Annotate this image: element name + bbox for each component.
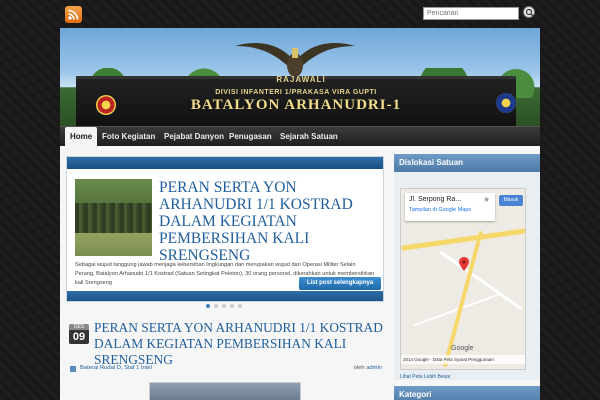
widget-title-kategori: Kategori [394, 386, 540, 400]
map-view-link[interactable]: Tampilan di Google Maps [409, 207, 479, 214]
top-bar [0, 0, 600, 28]
battalion-emblem-icon [496, 93, 516, 113]
header-banner[interactable]: RAJAWALI DIVISI INFANTERI 1/PRAKASA VIRA… [60, 28, 540, 126]
slider-dot[interactable] [214, 304, 218, 308]
post-meta: Baterai Rudal D, Staf 1 Intel oleh admin [70, 365, 382, 375]
banner-wall: RAJAWALI DIVISI INFANTERI 1/PRAKASA VIRA… [76, 75, 516, 126]
rss-icon[interactable] [65, 6, 82, 23]
nav-item-sejarah-satuan[interactable]: Sejarah Satuan [280, 127, 338, 147]
folder-icon [70, 366, 76, 372]
slider-dot[interactable] [222, 304, 226, 308]
star-icon[interactable]: ★ [483, 195, 490, 204]
map-place-name: Jl. Serpong Ra... [409, 196, 462, 203]
division-emblem-icon [96, 95, 116, 115]
post-categories[interactable]: Baterai Rudal D, Staf 1 Intel [80, 365, 152, 371]
search-icon[interactable] [523, 6, 535, 18]
nav-item-penugasan[interactable]: Penugasan [229, 127, 272, 147]
post-image[interactable] [149, 382, 301, 400]
banner-line2: BATALYON ARHANUDRI-1 [190, 97, 402, 113]
slider-dot[interactable] [206, 304, 210, 308]
search-input[interactable] [423, 7, 519, 20]
map-pin-icon[interactable] [459, 257, 469, 271]
featured-slider: PERAN SERTA YON ARHANUDRI 1/1 KOSTRAD DA… [66, 156, 384, 302]
google-logo: Google [451, 345, 474, 352]
nav-item-home[interactable]: Home [65, 127, 98, 147]
slider-header [67, 157, 383, 169]
slider-title[interactable]: PERAN SERTA YON ARHANUDRI 1/1 KOSTRAD DA… [159, 179, 379, 264]
content-area: PERAN SERTA YON ARHANUDRI 1/1 KOSTRAD DA… [60, 146, 540, 400]
map-info-card: Jl. Serpong Ra... Tampilan di Google Map… [405, 193, 495, 221]
author-link[interactable]: admin [366, 365, 382, 371]
post-author: oleh admin [353, 365, 382, 371]
signin-button[interactable]: Masuk [499, 195, 523, 206]
main-nav: Home Foto Kegiatan Pejabat Danyon Penuga… [60, 126, 540, 147]
widget-title-dislokasi: Dislokasi Satuan [394, 154, 540, 172]
nav-item-foto-kegiatan[interactable]: Foto Kegiatan [102, 127, 155, 147]
post-title[interactable]: PERAN SERTA YON ARHANUDRI 1/1 KOSTRAD DA… [94, 320, 390, 368]
slider-thumbnail[interactable] [75, 179, 152, 256]
post-date-badge: DES 09 [69, 324, 89, 344]
banner-plate: RAJAWALI [276, 75, 326, 84]
banner-line1: DIVISI INFANTERI 1/PRAKASA VIRA GUPTI [215, 89, 377, 96]
google-map[interactable]: Jl. Serpong Ra... Tampilan di Google Map… [400, 188, 526, 370]
widget-kategori: Kategori [394, 386, 540, 400]
map-credit: 2014 Google - Data Peta Syarat Penggunaa… [401, 355, 525, 364]
larger-map-link[interactable]: Lihat Peta Lebih Besar [400, 374, 451, 380]
post-day: 09 [69, 330, 89, 344]
slider-footer [67, 291, 383, 301]
widget-dislokasi: Dislokasi Satuan Jl. Serpong Ra... Tampi… [394, 154, 540, 380]
slider-dot[interactable] [230, 304, 234, 308]
slider-pagination [60, 304, 390, 310]
nav-item-pejabat-danyon[interactable]: Pejabat Danyon [164, 127, 224, 147]
list-post-button[interactable]: List post selengkapnya [299, 277, 381, 290]
slider-dot[interactable] [238, 304, 242, 308]
